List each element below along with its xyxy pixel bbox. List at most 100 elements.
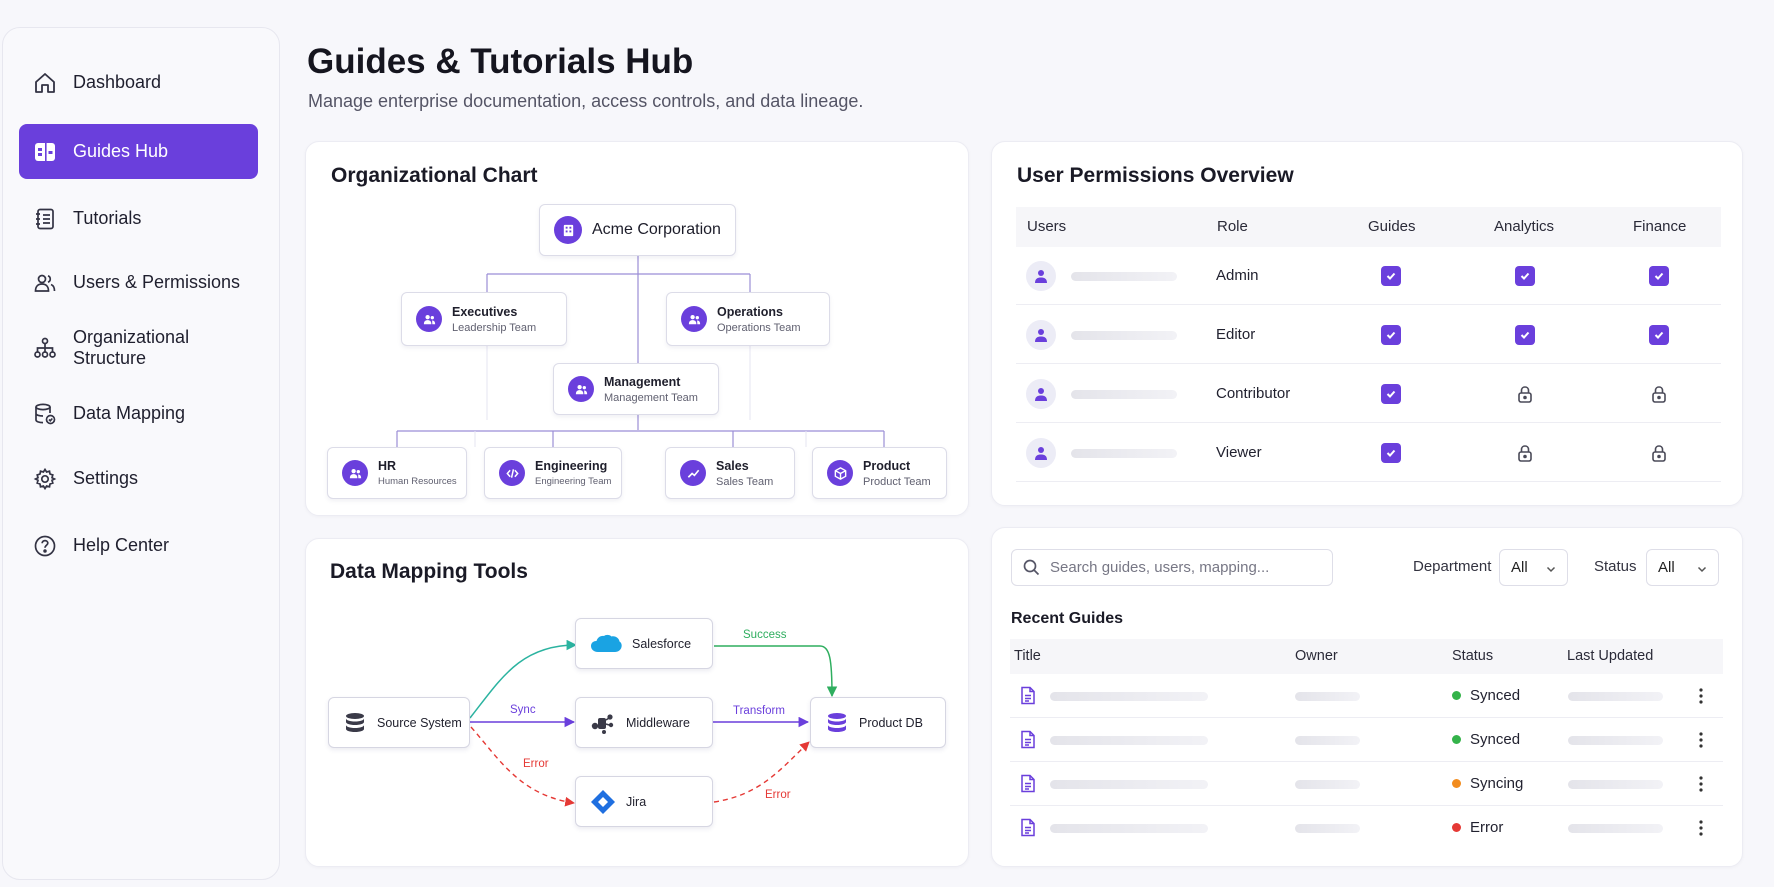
permission-check-icon[interactable]	[1649, 325, 1669, 345]
guide-date-placeholder	[1568, 692, 1663, 701]
dm-node-label: Salesforce	[632, 636, 692, 651]
status-dot	[1452, 735, 1461, 744]
table-row[interactable]: Synced	[1010, 674, 1723, 718]
department-filter-label: Department	[1413, 558, 1492, 575]
lock-icon[interactable]	[1515, 384, 1535, 404]
more-options-icon[interactable]	[1696, 731, 1706, 749]
role-label: Admin	[1216, 267, 1259, 284]
status-filter-label: Status	[1594, 558, 1637, 575]
more-options-icon[interactable]	[1696, 687, 1706, 705]
status-label: Synced	[1470, 687, 1521, 704]
chevron-down-icon	[1546, 566, 1556, 573]
column-header-role: Role	[1217, 218, 1248, 235]
column-header-users: Users	[1027, 218, 1067, 235]
table-row[interactable]: Error	[1010, 806, 1723, 850]
guide-date-placeholder	[1568, 736, 1663, 745]
document-icon	[1021, 818, 1035, 837]
database-icon	[346, 712, 364, 732]
column-header-guides: Guides	[1368, 218, 1416, 235]
document-icon	[1021, 730, 1035, 749]
chevron-down-icon	[1697, 566, 1707, 573]
column-header-finance: Finance	[1633, 218, 1687, 235]
avatar	[1026, 261, 1056, 291]
guide-owner-placeholder	[1295, 780, 1360, 789]
permission-check-icon[interactable]	[1515, 266, 1535, 286]
salesforce-cloud-icon	[591, 634, 622, 652]
dm-node-label: Source System	[377, 715, 462, 730]
guide-title-placeholder	[1050, 736, 1208, 745]
document-icon	[1021, 686, 1035, 705]
role-label: Viewer	[1216, 444, 1262, 461]
dm-node-jira[interactable]: Jira	[575, 776, 713, 827]
status-label: Error	[1470, 819, 1504, 836]
flow-label-success: Success	[743, 629, 787, 641]
dm-node-product-db[interactable]: Product DB	[810, 697, 946, 748]
table-row[interactable]: Syncing	[1010, 762, 1723, 806]
permission-check-icon[interactable]	[1381, 384, 1401, 404]
column-header-title: Title	[1014, 648, 1041, 664]
guide-date-placeholder	[1568, 780, 1663, 789]
department-select[interactable]: All	[1499, 549, 1568, 586]
dm-node-label: Middleware	[626, 715, 690, 730]
lock-icon[interactable]	[1515, 443, 1535, 463]
permissions-table-header: Users Role Guides Analytics Finance	[1016, 207, 1721, 247]
guide-owner-placeholder	[1295, 692, 1360, 701]
permission-check-icon[interactable]	[1381, 443, 1401, 463]
database-icon	[828, 712, 846, 732]
middleware-icon	[591, 713, 614, 734]
column-header-analytics: Analytics	[1494, 218, 1555, 235]
column-header-status: Status	[1452, 648, 1494, 664]
dm-node-label: Jira	[626, 794, 647, 809]
user-icon	[1035, 329, 1047, 342]
user-icon	[1035, 388, 1047, 401]
lock-icon[interactable]	[1649, 384, 1669, 404]
department-select-value: All	[1511, 559, 1528, 576]
table-row: Viewer	[1016, 423, 1721, 482]
user-icon	[1035, 447, 1047, 460]
table-row: Editor	[1016, 305, 1721, 364]
status-label: Syncing	[1470, 775, 1524, 792]
guides-table-header: Title Owner Status Last Updated	[1010, 639, 1723, 674]
permissions-title: User Permissions Overview	[1017, 164, 1294, 187]
status-label: Synced	[1470, 731, 1521, 748]
guide-title-placeholder	[1050, 824, 1208, 833]
permission-check-icon[interactable]	[1381, 266, 1401, 286]
status-dot	[1452, 779, 1461, 788]
status-dot	[1452, 823, 1461, 832]
document-icon	[1021, 774, 1035, 793]
status-select[interactable]: All	[1646, 549, 1719, 586]
flow-label-transform: Transform	[733, 705, 785, 717]
avatar	[1026, 379, 1056, 409]
table-row: Contributor	[1016, 364, 1721, 423]
jira-icon	[591, 789, 615, 814]
user-name-placeholder	[1071, 331, 1177, 340]
dm-node-source-system[interactable]: Source System	[328, 697, 470, 748]
avatar	[1026, 438, 1056, 468]
flow-label-error-in: Error	[523, 758, 549, 770]
dm-node-salesforce[interactable]: Salesforce	[575, 618, 713, 669]
avatar	[1026, 320, 1056, 350]
permission-check-icon[interactable]	[1649, 266, 1669, 286]
dm-node-label: Product DB	[859, 715, 923, 730]
permission-check-icon[interactable]	[1515, 325, 1535, 345]
guide-date-placeholder	[1568, 824, 1663, 833]
dm-node-middleware[interactable]: Middleware	[575, 697, 713, 748]
lock-icon[interactable]	[1649, 443, 1669, 463]
table-row: Admin	[1016, 246, 1721, 305]
guide-owner-placeholder	[1295, 824, 1360, 833]
user-name-placeholder	[1071, 272, 1177, 281]
permission-check-icon[interactable]	[1381, 325, 1401, 345]
table-row[interactable]: Synced	[1010, 718, 1723, 762]
more-options-icon[interactable]	[1696, 775, 1706, 793]
column-header-owner: Owner	[1295, 648, 1338, 664]
search-icon	[1023, 559, 1040, 576]
recent-guides-title: Recent Guides	[1011, 610, 1124, 627]
guide-owner-placeholder	[1295, 736, 1360, 745]
search-box[interactable]	[1011, 549, 1333, 586]
status-badge: Synced	[1452, 687, 1520, 704]
guide-title-placeholder	[1050, 780, 1208, 789]
flow-label-error-out: Error	[765, 789, 791, 801]
more-options-icon[interactable]	[1696, 819, 1706, 837]
role-label: Editor	[1216, 326, 1256, 343]
search-input[interactable]	[1050, 559, 1320, 576]
